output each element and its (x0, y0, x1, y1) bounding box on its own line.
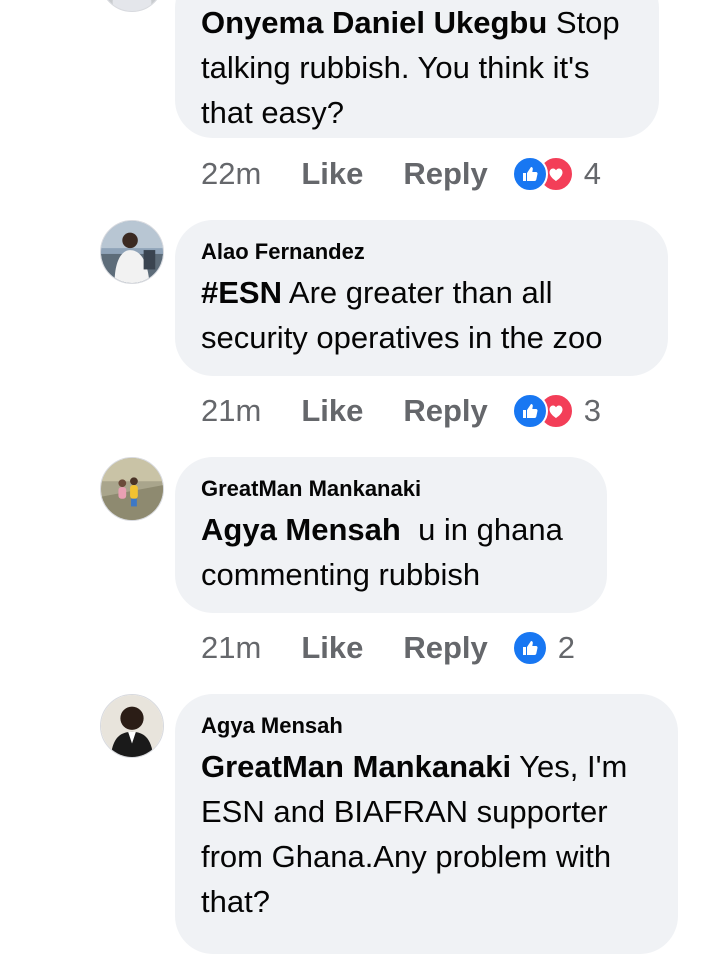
avatar[interactable] (100, 457, 164, 521)
mention-link[interactable]: GreatMan Mankanaki (201, 749, 511, 784)
comment-author[interactable]: Alao Fernandez (201, 238, 642, 266)
reaction-count: 4 (583, 156, 602, 191)
comment-text: #ESN Are greater than all security opera… (201, 270, 642, 360)
reaction-count: 2 (557, 630, 576, 665)
mention-link[interactable]: Agya Mensah (201, 512, 401, 547)
avatar[interactable] (100, 0, 164, 12)
reactions-summary[interactable]: 2 (511, 630, 576, 666)
comment-text: Onyema Daniel Ukegbu Stop talking rubbis… (201, 0, 633, 135)
reactions-summary[interactable]: 4 (511, 156, 602, 192)
timestamp[interactable]: 21m (201, 393, 261, 429)
comment-actions: 22m Like Reply 4 (201, 154, 601, 194)
reply-button[interactable]: Reply (403, 156, 487, 192)
like-button[interactable]: Like (301, 630, 363, 666)
like-icon (511, 156, 548, 192)
comment-text: Agya Mensah u in ghana commenting rubbis… (201, 507, 581, 597)
comment-bubble: GreatMan Mankanaki Agya Mensah u in ghan… (175, 457, 607, 613)
comment-author[interactable]: GreatMan Mankanaki (201, 475, 581, 503)
like-icon (511, 630, 548, 666)
reactions-summary[interactable]: 3 (511, 393, 602, 429)
reaction-count: 3 (583, 393, 602, 428)
avatar[interactable] (100, 220, 164, 284)
mention-link[interactable]: Onyema Daniel Ukegbu (201, 5, 547, 40)
reply-button[interactable]: Reply (403, 393, 487, 429)
hashtag-link[interactable]: #ESN (201, 275, 282, 310)
comment-bubble: Alao Fernandez #ESN Are greater than all… (175, 220, 668, 376)
like-icon (511, 393, 548, 429)
avatar[interactable] (100, 694, 164, 758)
reply-button[interactable]: Reply (403, 630, 487, 666)
timestamp[interactable]: 21m (201, 630, 261, 666)
comment-text: GreatMan Mankanaki Yes, I'm ESN and BIAF… (201, 744, 652, 924)
comment-actions: 21m Like Reply 3 (201, 391, 601, 431)
timestamp[interactable]: 22m (201, 156, 261, 192)
like-button[interactable]: Like (301, 393, 363, 429)
comment-bubble: Agya Mensah GreatMan Mankanaki Yes, I'm … (175, 694, 678, 954)
like-button[interactable]: Like (301, 156, 363, 192)
comment-author[interactable]: Agya Mensah (201, 712, 652, 740)
comment-bubble: Onyema Daniel Ukegbu Stop talking rubbis… (175, 0, 659, 138)
comment-actions: 21m Like Reply 2 (201, 628, 575, 668)
